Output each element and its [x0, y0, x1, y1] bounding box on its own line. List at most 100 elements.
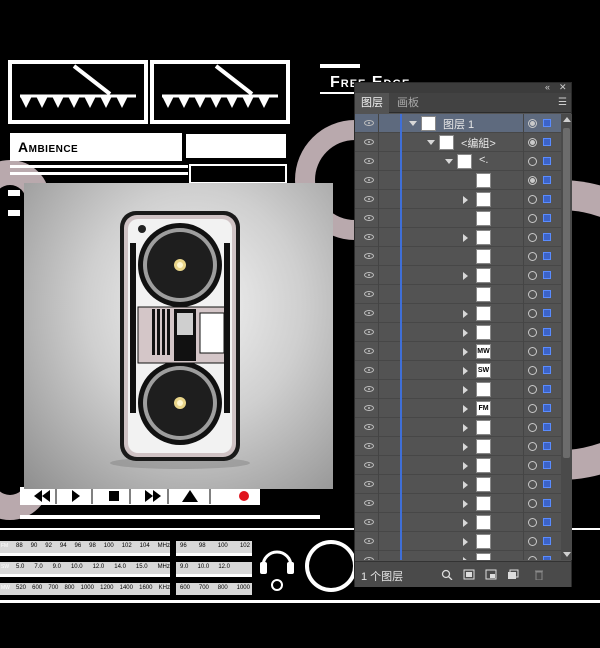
selection-square-icon[interactable] — [543, 233, 551, 241]
lock-toggle[interactable] — [378, 266, 379, 285]
visibility-eye-icon[interactable] — [364, 158, 374, 164]
expand-triangle-icon[interactable] — [463, 196, 468, 204]
lock-toggle[interactable] — [378, 532, 379, 551]
visibility-eye-icon[interactable] — [364, 120, 374, 126]
scroll-down-icon[interactable] — [563, 552, 571, 557]
layer-row[interactable] — [355, 437, 561, 456]
locate-object-icon[interactable] — [441, 569, 453, 580]
expand-triangle-icon[interactable] — [463, 557, 468, 560]
visibility-eye-icon[interactable] — [364, 253, 374, 259]
visibility-eye-icon[interactable] — [364, 424, 374, 430]
layer-row[interactable]: <编組> — [355, 133, 561, 152]
visibility-eye-icon[interactable] — [364, 500, 374, 506]
layers-scrollbar[interactable] — [561, 114, 572, 560]
lock-toggle[interactable] — [378, 456, 379, 475]
target-circle-icon[interactable] — [528, 442, 537, 451]
expand-triangle-icon[interactable] — [463, 405, 468, 413]
visibility-eye-icon[interactable] — [364, 348, 374, 354]
target-circle-icon[interactable] — [528, 328, 537, 337]
layer-row[interactable] — [355, 323, 561, 342]
lock-toggle[interactable] — [378, 380, 379, 399]
layer-row[interactable] — [355, 304, 561, 323]
target-circle-icon[interactable] — [528, 309, 537, 318]
layer-row[interactable] — [355, 532, 561, 551]
target-circle-icon[interactable] — [528, 404, 537, 413]
target-circle-icon[interactable] — [528, 499, 537, 508]
expand-triangle-icon[interactable] — [463, 367, 468, 375]
visibility-eye-icon[interactable] — [364, 538, 374, 544]
target-circle-icon[interactable] — [528, 252, 537, 261]
layer-row[interactable] — [355, 285, 561, 304]
lock-toggle[interactable] — [378, 285, 379, 304]
visibility-eye-icon[interactable] — [364, 310, 374, 316]
lock-toggle[interactable] — [378, 361, 379, 380]
expand-triangle-icon[interactable] — [463, 329, 468, 337]
selection-square-icon[interactable] — [543, 442, 551, 450]
expand-triangle-icon[interactable] — [463, 310, 468, 318]
lock-toggle[interactable] — [378, 152, 379, 171]
layer-row[interactable] — [355, 380, 561, 399]
selection-square-icon[interactable] — [543, 518, 551, 526]
target-circle-icon[interactable] — [528, 347, 537, 356]
visibility-eye-icon[interactable] — [364, 177, 374, 183]
expand-triangle-icon[interactable] — [463, 386, 468, 394]
tab-layers[interactable]: 图层 — [355, 93, 389, 113]
target-circle-icon[interactable] — [528, 119, 537, 128]
selection-square-icon[interactable] — [543, 461, 551, 469]
target-circle-icon[interactable] — [528, 290, 537, 299]
expand-triangle-icon[interactable] — [463, 424, 468, 432]
visibility-eye-icon[interactable] — [364, 139, 374, 145]
visibility-eye-icon[interactable] — [364, 272, 374, 278]
visibility-eye-icon[interactable] — [364, 481, 374, 487]
scroll-up-icon[interactable] — [563, 117, 571, 122]
visibility-eye-icon[interactable] — [364, 234, 374, 240]
expand-triangle-icon[interactable] — [463, 348, 468, 356]
lock-toggle[interactable] — [378, 247, 379, 266]
selection-square-icon[interactable] — [543, 214, 551, 222]
target-circle-icon[interactable] — [528, 176, 537, 185]
layer-name[interactable]: <编組> — [461, 135, 496, 151]
layer-row[interactable] — [355, 171, 561, 190]
layer-row[interactable] — [355, 456, 561, 475]
panel-menu-icon[interactable]: ☰ — [558, 97, 567, 108]
visibility-eye-icon[interactable] — [364, 405, 374, 411]
selection-square-icon[interactable] — [543, 347, 551, 355]
layer-row[interactable] — [355, 475, 561, 494]
target-circle-icon[interactable] — [528, 480, 537, 489]
layer-name[interactable]: 图层 1 — [443, 116, 474, 132]
lock-toggle[interactable] — [378, 228, 379, 247]
visibility-eye-icon[interactable] — [364, 443, 374, 449]
selection-square-icon[interactable] — [543, 119, 551, 127]
lock-toggle[interactable] — [378, 190, 379, 209]
visibility-eye-icon[interactable] — [364, 557, 374, 560]
lock-toggle[interactable] — [378, 114, 379, 133]
expand-triangle-icon[interactable] — [463, 462, 468, 470]
layer-row[interactable] — [355, 494, 561, 513]
collapse-triangle-icon[interactable] — [427, 140, 435, 145]
visibility-eye-icon[interactable] — [364, 386, 374, 392]
selection-square-icon[interactable] — [543, 271, 551, 279]
layer-row[interactable] — [355, 513, 561, 532]
lock-toggle[interactable] — [378, 342, 379, 361]
new-sublayer-icon[interactable] — [485, 569, 497, 580]
expand-triangle-icon[interactable] — [463, 481, 468, 489]
scroll-thumb[interactable] — [563, 128, 570, 458]
layer-row[interactable] — [355, 551, 561, 560]
delete-layer-icon[interactable] — [533, 569, 545, 580]
selection-square-icon[interactable] — [543, 328, 551, 336]
selection-square-icon[interactable] — [543, 176, 551, 184]
selection-square-icon[interactable] — [543, 480, 551, 488]
layer-row[interactable] — [355, 209, 561, 228]
layer-row[interactable]: FM — [355, 399, 561, 418]
layer-row[interactable] — [355, 228, 561, 247]
lock-toggle[interactable] — [378, 209, 379, 228]
target-circle-icon[interactable] — [528, 366, 537, 375]
lock-toggle[interactable] — [378, 171, 379, 190]
layer-row[interactable]: 图层 1 — [355, 114, 561, 133]
target-circle-icon[interactable] — [528, 195, 537, 204]
expand-triangle-icon[interactable] — [463, 234, 468, 242]
selection-square-icon[interactable] — [543, 404, 551, 412]
visibility-eye-icon[interactable] — [364, 367, 374, 373]
close-icon[interactable]: ✕ — [559, 82, 567, 92]
target-circle-icon[interactable] — [528, 138, 537, 147]
